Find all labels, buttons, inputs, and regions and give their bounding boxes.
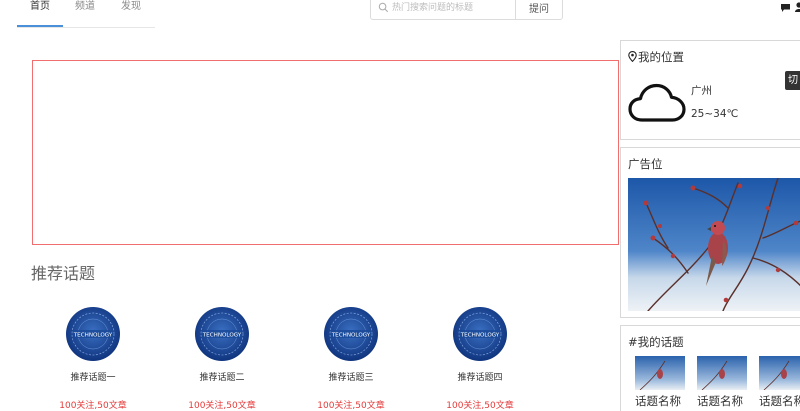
top-nav: 首页 频道 发现	[17, 0, 155, 28]
banner-area[interactable]	[32, 60, 619, 245]
recommend-topic-card[interactable]: TECHNOLOGY 推荐话题四 100关注,50文章	[430, 307, 530, 411]
ad-image[interactable]	[628, 178, 800, 311]
my-topics-title: #我的话题	[628, 335, 684, 349]
my-topic-thumbnail	[759, 356, 800, 390]
location-pin-icon	[628, 51, 637, 62]
cloud-icon	[628, 83, 686, 122]
location-card: 我的位置 广州 25~34℃	[620, 40, 800, 140]
message-icon[interactable]	[781, 4, 790, 12]
nav-tab-home[interactable]: 首页	[17, 0, 63, 27]
nav-tab-channel[interactable]: 频道	[75, 0, 95, 27]
temperature: 25~34℃	[691, 108, 739, 120]
topic-avatar: TECHNOLOGY	[324, 307, 378, 361]
location-title-text: 我的位置	[638, 50, 684, 64]
topic-avatar: TECHNOLOGY	[195, 307, 249, 361]
topic-avatar: TECHNOLOGY	[66, 307, 120, 361]
my-topic-name[interactable]: 话题名称	[697, 393, 747, 409]
topic-avatar-label: TECHNOLOGY	[331, 333, 371, 339]
topic-avatar: TECHNOLOGY	[453, 307, 507, 361]
topic-stats: 100关注,50文章	[317, 401, 385, 411]
my-topic-thumbnail	[697, 356, 747, 390]
ask-question-button[interactable]: 提问	[515, 0, 563, 20]
nav-tab-discover[interactable]: 发现	[121, 0, 141, 27]
recommend-title: 推荐话题	[31, 264, 96, 283]
my-topic-item[interactable]: 话题名称	[759, 356, 800, 409]
recommend-topic-card[interactable]: TECHNOLOGY 推荐话题三 100关注,50文章	[301, 307, 401, 411]
topic-stats: 100关注,50文章	[188, 401, 256, 411]
topic-avatar-label: TECHNOLOGY	[460, 333, 500, 339]
location-title: 我的位置	[628, 49, 684, 65]
switch-city-tooltip[interactable]: 切	[785, 71, 800, 90]
my-topic-thumbnail	[635, 356, 685, 390]
topic-name[interactable]: 推荐话题二	[172, 370, 272, 383]
topic-name[interactable]: 推荐话题一	[43, 370, 143, 383]
my-topic-name[interactable]: 话题名称	[759, 393, 800, 409]
city-name: 广州	[691, 85, 712, 97]
my-topic-name[interactable]: 话题名称	[635, 393, 685, 409]
topic-stats: 100关注,50文章	[59, 401, 127, 411]
recommend-topic-card[interactable]: TECHNOLOGY 推荐话题一 100关注,50文章	[43, 307, 143, 411]
search-input[interactable]	[392, 0, 512, 16]
recommend-topic-card[interactable]: TECHNOLOGY 推荐话题二 100关注,50文章	[172, 307, 272, 411]
topic-avatar-label: TECHNOLOGY	[202, 333, 242, 339]
my-topic-item[interactable]: 话题名称	[697, 356, 747, 409]
topic-stats: 100关注,50文章	[446, 401, 514, 411]
search-icon	[378, 2, 389, 13]
my-topics-card: #我的话题 话题名称 话题名称 话题名称	[620, 325, 800, 411]
ad-card: 广告位	[620, 147, 800, 318]
topic-name[interactable]: 推荐话题四	[430, 370, 530, 383]
topic-name[interactable]: 推荐话题三	[301, 370, 401, 383]
search-box	[370, 0, 516, 20]
user-icon[interactable]	[795, 2, 800, 12]
topic-avatar-label: TECHNOLOGY	[73, 333, 113, 339]
ad-title: 广告位	[628, 157, 663, 171]
my-topic-item[interactable]: 话题名称	[635, 356, 685, 409]
